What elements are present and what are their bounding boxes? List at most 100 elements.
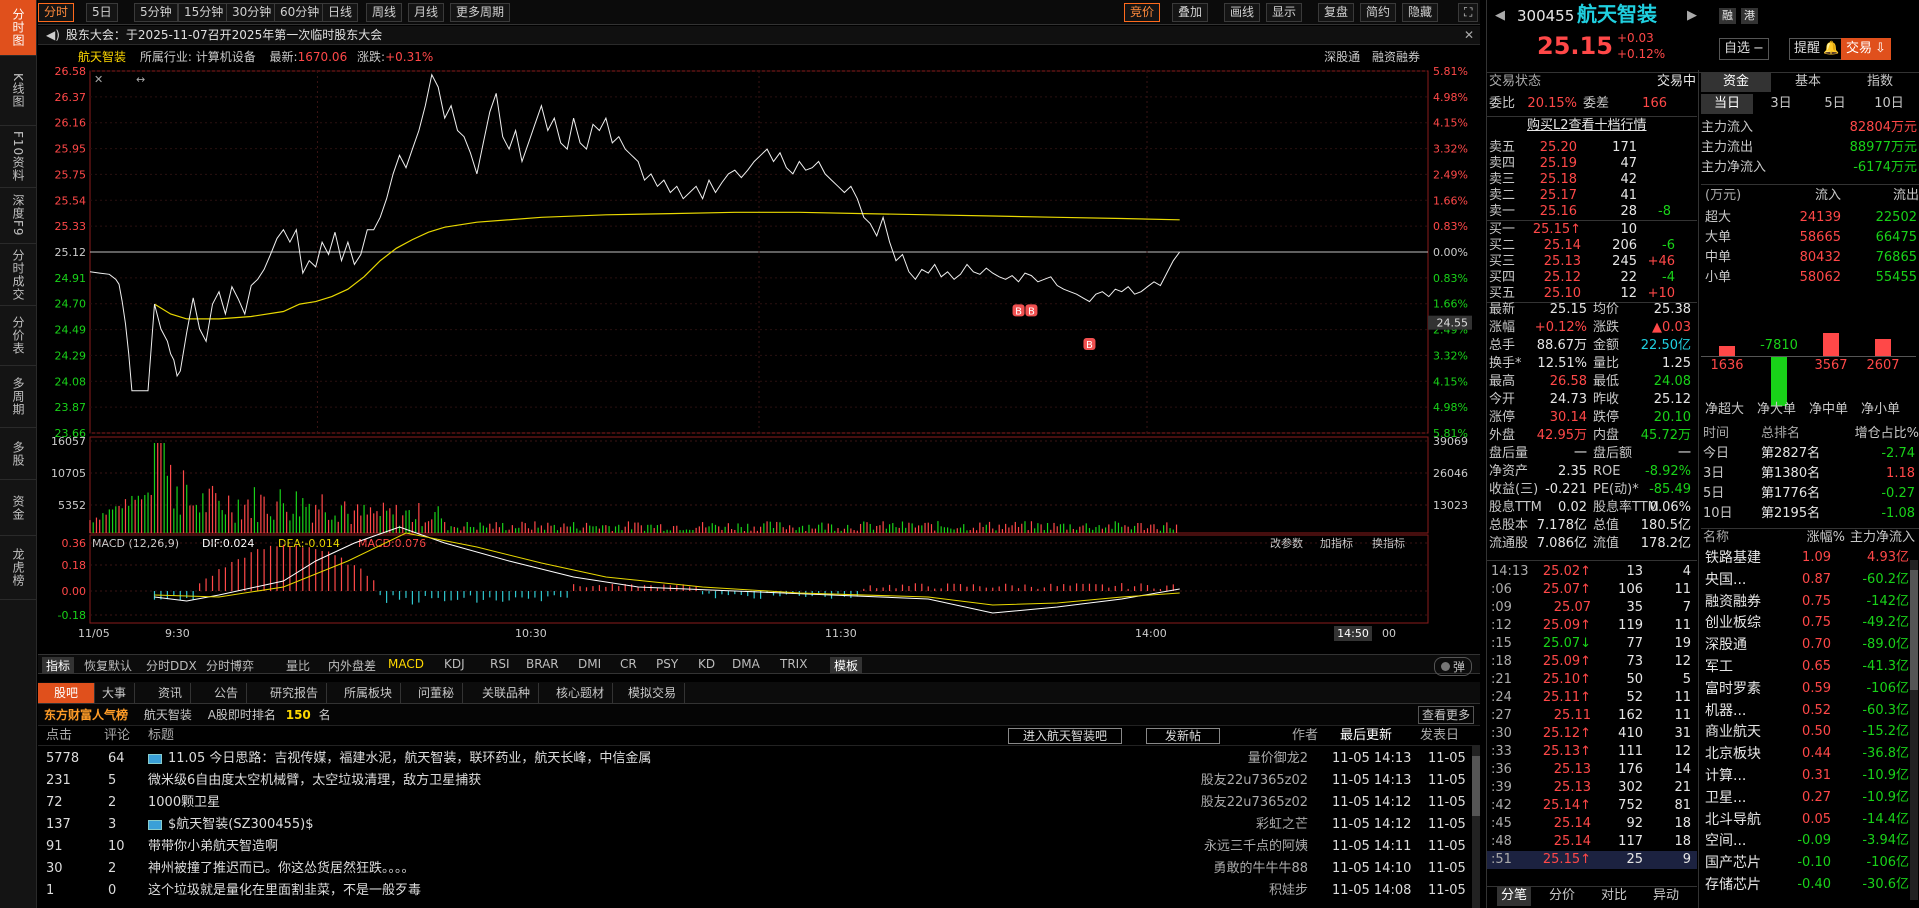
left-tab-7[interactable]: 多股 [0, 428, 36, 480]
toolbar-right-6[interactable]: 隐藏 [1402, 3, 1439, 22]
indicator-tab-15[interactable]: TRIX [780, 657, 807, 671]
row-title[interactable]: $航天智装(SZ300455)$ [148, 814, 313, 836]
fund-period-3[interactable]: 10日 [1863, 94, 1915, 114]
indicator-tab-16[interactable]: 模板 [830, 657, 863, 674]
left-tab-3[interactable]: 深度F9 [0, 188, 36, 244]
toolbar-right-2[interactable]: 画线 [1224, 3, 1261, 22]
forum-row[interactable]: 91 10 带带你小弟航天智造啊 永远三千点的阿姨 11-05 14:11 11-05 [38, 836, 1480, 858]
period-tab-0[interactable]: 分时 [38, 3, 75, 22]
left-tab-0[interactable]: 分时图 [0, 0, 36, 56]
period-tab-9[interactable]: 更多周期 [450, 3, 511, 22]
left-tab-2[interactable]: F10资料 [0, 126, 36, 188]
fullscreen-icon[interactable]: ⛶ [1458, 3, 1479, 22]
tick-tab-1[interactable]: 分价 [1549, 886, 1575, 906]
forum-tab-9[interactable]: 模拟交易 [620, 683, 686, 703]
toolbar-right-0[interactable]: 竞价 [1124, 3, 1161, 22]
indicator-tab-7[interactable]: KDJ [444, 657, 465, 671]
alert-button[interactable]: 提醒 🔔 [1789, 38, 1845, 60]
period-tab-5[interactable]: 60分钟 [274, 3, 326, 22]
tick-tab-3[interactable]: 异动 [1653, 886, 1679, 906]
row-title[interactable]: 微米级6自由度太空机械臂，太空垃圾清理，敌方卫星捕获 [148, 770, 481, 792]
forum-tab-5[interactable]: 所属板块 [336, 683, 402, 703]
sector-name[interactable]: 计算... [1705, 766, 1746, 786]
indicator-tab-11[interactable]: CR [620, 657, 637, 671]
row-author[interactable]: 彩虹之芒 [1256, 814, 1308, 836]
period-tab-6[interactable]: 日线 [322, 3, 359, 22]
watchlist-button[interactable]: 自选 − [1719, 38, 1769, 60]
sector-name[interactable]: 北京板块 [1705, 744, 1761, 764]
forum-col-4[interactable]: 最后更新 [1340, 726, 1392, 746]
row-title[interactable]: 11.05 今日思路：吉视传媒，福建水泥，航天智装，联环药业，航天长峰，中信金属 [148, 748, 651, 770]
left-tab-4[interactable]: 分时成交 [0, 244, 36, 306]
sector-name[interactable]: 国产芯片 [1705, 853, 1761, 873]
sector-name[interactable]: 机器... [1705, 701, 1746, 721]
forum-col-5[interactable]: 发表日 [1420, 726, 1459, 746]
tick-tab-0[interactable]: 分笔 [1497, 886, 1532, 906]
row-author[interactable]: 量价御龙2 [1248, 748, 1308, 770]
toolbar-right-5[interactable]: 简约 [1360, 3, 1397, 22]
indicator-tab-6[interactable]: MACD [388, 657, 424, 671]
forum-row[interactable]: 72 2 1000颗卫星 股友22u7365z02 11-05 14:12 11-05 [38, 792, 1480, 814]
left-tab-9[interactable]: 龙虎榜 [0, 536, 36, 600]
left-tab-8[interactable]: 资金 [0, 480, 36, 536]
forum-tab-3[interactable]: 公告 [206, 683, 248, 703]
left-tab-1[interactable]: K线图 [0, 56, 36, 126]
sector-name[interactable]: 军工 [1705, 657, 1733, 677]
indicator-tab-3[interactable]: 分时博弈 [206, 657, 254, 674]
arrow-expand-icon[interactable]: ↔ [136, 73, 145, 86]
sector-name[interactable]: 空间... [1705, 831, 1746, 851]
sector-name[interactable]: 存储芯片 [1705, 875, 1761, 895]
row-author[interactable]: 勇敢的牛牛牛88 [1213, 858, 1308, 880]
close-icon[interactable]: ✕ [94, 73, 103, 86]
forum-row[interactable]: 1 0 这个垃圾就是量化在里面割韭菜，不是一般歹毒 积娃步 11-05 14:08 11-… [38, 880, 1480, 902]
forum-col-3[interactable]: 作者 [1292, 726, 1318, 746]
sector-scrollbar[interactable] [1910, 560, 1918, 900]
sector-name[interactable]: 铁路基建 [1705, 548, 1761, 568]
indicator-tab-2[interactable]: 分时DDX [146, 657, 197, 674]
trade-button[interactable]: 交易 ⇩ [1841, 38, 1891, 60]
view-more-button[interactable]: 查看更多 [1417, 706, 1474, 724]
indicator-tab-9[interactable]: BRAR [526, 657, 559, 671]
period-tab-3[interactable]: 15分钟 [178, 3, 230, 22]
period-tab-1[interactable]: 5日 [86, 3, 118, 22]
post-button[interactable]: 发新帖 [1146, 728, 1221, 744]
enter-forum-button[interactable]: 进入航天智装吧 [1008, 728, 1123, 744]
fund-period-2[interactable]: 5日 [1809, 94, 1861, 114]
row-title[interactable]: 1000颗卫星 [148, 792, 220, 814]
left-tab-6[interactable]: 多周期 [0, 366, 36, 428]
next-stock-icon[interactable]: ▶ [1687, 6, 1697, 26]
sector-name[interactable]: 创业板综 [1705, 613, 1761, 633]
row-title[interactable]: 这个垃圾就是量化在里面割韭菜，不是一般歹毒 [148, 880, 421, 902]
left-tab-5[interactable]: 分价表 [0, 306, 36, 366]
row-author[interactable]: 积娃步 [1269, 880, 1308, 902]
sector-name[interactable]: 融资融券 [1705, 592, 1761, 612]
forum-scrollbar[interactable] [1472, 746, 1480, 908]
fund-tab-1[interactable]: 基本 [1773, 72, 1843, 92]
badge-1[interactable]: 港 [1741, 8, 1758, 24]
forum-tab-6[interactable]: 问董秘 [410, 683, 464, 703]
forum-tab-0[interactable]: 股吧 [38, 683, 96, 703]
sector-name[interactable]: 富时罗素 [1705, 679, 1761, 699]
forum-tab-8[interactable]: 核心题材 [548, 683, 614, 703]
sector-name[interactable]: 央国... [1705, 570, 1746, 590]
indicator-tab-8[interactable]: RSI [490, 657, 510, 671]
sector-name[interactable]: 卫星... [1705, 788, 1746, 808]
popup-toggle[interactable]: 弹 [1433, 657, 1472, 676]
tick-tab-2[interactable]: 对比 [1601, 886, 1627, 906]
period-tab-8[interactable]: 月线 [408, 3, 445, 22]
forum-tab-4[interactable]: 研究报告 [262, 683, 328, 703]
sector-name[interactable]: 深股通 [1705, 635, 1747, 655]
indicator-tab-1[interactable]: 恢复默认 [84, 657, 132, 674]
forum-row[interactable]: 30 2 神州被撞了推迟而已。你这怂货居然狂跌。。。。 勇敢的牛牛牛88 11-05 1… [38, 858, 1480, 880]
indicator-tab-13[interactable]: KD [698, 657, 715, 671]
row-author[interactable]: 股友22u7365z02 [1201, 770, 1308, 792]
indicator-tab-14[interactable]: DMA [732, 657, 760, 671]
forum-row[interactable]: 137 3 $航天智装(SZ300455)$ 彩虹之芒 11-05 14:12 11-05 [38, 814, 1480, 836]
row-author[interactable]: 股友22u7365z02 [1201, 792, 1308, 814]
fund-tab-2[interactable]: 指数 [1845, 72, 1915, 92]
period-tab-7[interactable]: 周线 [366, 3, 403, 22]
badge-0[interactable]: 融 [1719, 8, 1736, 24]
forum-stock[interactable]: 航天智装 [144, 708, 192, 722]
forum-tab-1[interactable]: 大事 [94, 683, 136, 703]
indicator-tab-0[interactable]: 指标 [42, 657, 75, 674]
